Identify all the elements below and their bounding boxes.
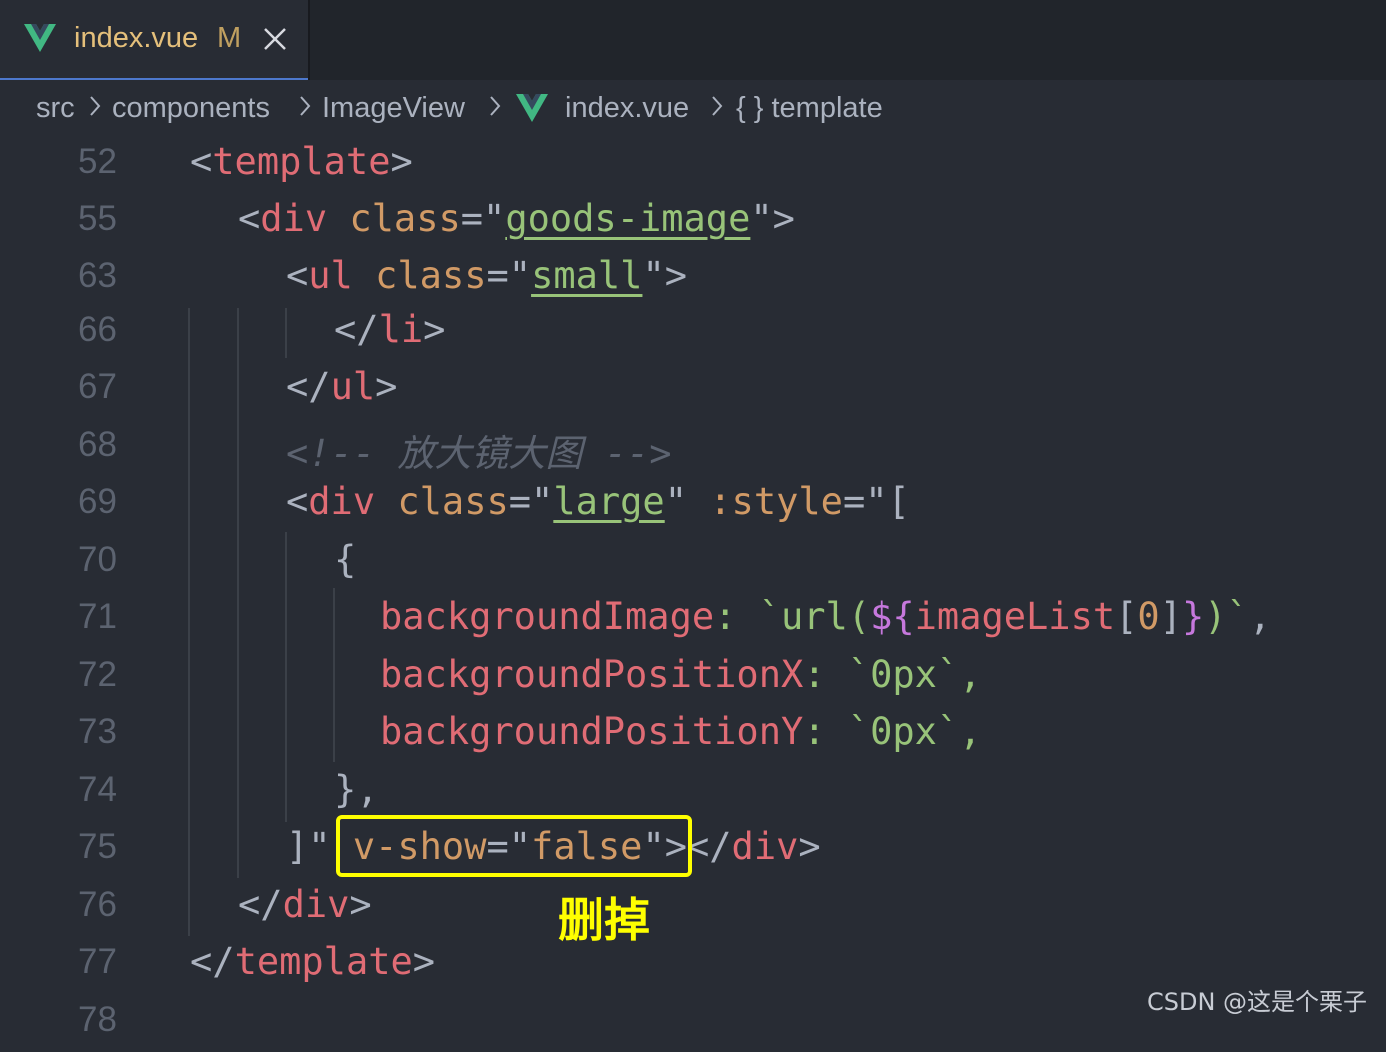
line-number: 75 xyxy=(78,827,117,866)
chevron-right-icon xyxy=(712,96,723,116)
code-line[interactable]: 52 <template> xyxy=(0,136,1386,194)
tab-bar: index.vue M xyxy=(0,0,1386,80)
line-number: 67 xyxy=(78,367,117,406)
code-line[interactable]: 68 <!-- 放大镜大图 --> xyxy=(0,419,1386,477)
code-text: </template> xyxy=(190,940,436,983)
code-line[interactable]: 63 <ul class="small"> xyxy=(0,250,1386,308)
vue-icon xyxy=(24,24,56,52)
breadcrumb-item-imageview[interactable]: ImageView xyxy=(322,92,465,125)
code-line[interactable]: 70 { xyxy=(0,534,1386,592)
line-number: 71 xyxy=(78,597,117,636)
code-line[interactable]: 73 backgroundPositionY: `0px`, xyxy=(0,706,1386,764)
code-line[interactable]: 74 }, xyxy=(0,764,1386,822)
code-text: <div class="large" :style="[ xyxy=(286,480,910,523)
chevron-right-icon xyxy=(90,96,101,116)
code-line[interactable]: 71 backgroundImage: `url(${imageList[0]}… xyxy=(0,591,1386,649)
line-number: 68 xyxy=(78,425,117,464)
modified-badge: M xyxy=(217,22,242,54)
code-text: backgroundPositionX: `0px`, xyxy=(380,653,982,696)
tab-title: index.vue xyxy=(74,22,199,54)
code-line[interactable]: 69 <div class="large" :style="[ xyxy=(0,476,1386,534)
code-text: }, xyxy=(334,768,379,811)
line-number: 70 xyxy=(78,540,117,579)
line-number: 66 xyxy=(78,310,117,349)
tab-divider xyxy=(308,0,310,80)
line-number: 63 xyxy=(78,256,117,295)
line-number: 55 xyxy=(78,199,117,238)
code-text: </ul> xyxy=(286,365,398,408)
chevron-right-icon xyxy=(490,96,501,116)
code-line[interactable]: 76 </div> xyxy=(0,879,1386,937)
code-text: <div class="goods-image"> xyxy=(238,197,795,240)
line-number: 69 xyxy=(78,482,117,521)
close-icon[interactable] xyxy=(262,26,288,52)
line-number: 74 xyxy=(78,770,117,809)
line-number: 77 xyxy=(78,942,117,981)
code-text: backgroundPositionY: `0px`, xyxy=(380,710,982,753)
breadcrumb-item-template[interactable]: { } template xyxy=(736,92,883,125)
annotation-label: 删掉 xyxy=(558,893,650,947)
breadcrumb-item-src[interactable]: src xyxy=(36,92,75,125)
tab-index-vue[interactable]: index.vue M xyxy=(0,0,308,80)
code-comment: <!-- 放大镜大图 --> xyxy=(286,432,672,475)
code-editor[interactable]: 52 <template> 55 <div class="goods-image… xyxy=(0,136,1386,1039)
chevron-right-icon xyxy=(300,96,311,116)
highlight-box xyxy=(336,815,692,877)
code-text: <template> xyxy=(190,140,413,183)
code-line[interactable]: 55 <div class="goods-image"> xyxy=(0,193,1386,251)
line-number: 72 xyxy=(78,655,117,694)
code-text: </li> xyxy=(334,308,446,351)
code-text: { xyxy=(334,538,357,581)
watermark: CSDN @这是个栗子 xyxy=(1147,988,1368,1016)
breadcrumb-item-components[interactable]: components xyxy=(112,92,270,125)
line-number: 76 xyxy=(78,885,117,924)
vue-icon xyxy=(516,94,548,122)
code-text: <ul class="small"> xyxy=(286,254,688,297)
line-number: 78 xyxy=(78,1000,117,1039)
code-line[interactable]: 72 backgroundPositionX: `0px`, xyxy=(0,649,1386,707)
line-number: 73 xyxy=(78,712,117,751)
breadcrumb: src components ImageView index.vue { } t… xyxy=(0,80,1386,136)
code-line[interactable]: 75 ]" v-show="false"></div> xyxy=(0,821,1386,879)
code-text: backgroundImage: `url(${imageList[0]})`, xyxy=(380,595,1272,638)
code-line[interactable]: 67 </ul> xyxy=(0,361,1386,419)
code-line[interactable]: 66 </li> xyxy=(0,304,1386,362)
line-number: 52 xyxy=(78,142,117,181)
breadcrumb-item-index-vue[interactable]: index.vue xyxy=(565,92,689,125)
code-text: </div> xyxy=(238,883,372,926)
